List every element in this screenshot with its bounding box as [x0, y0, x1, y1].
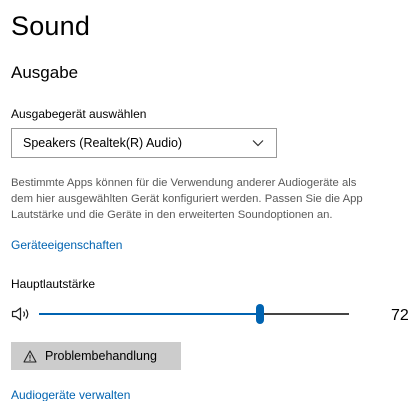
output-device-select[interactable]: Speakers (Realtek(R) Audio) — [11, 128, 277, 158]
output-description: Bestimmte Apps können für die Verwendung… — [11, 175, 414, 223]
output-device-label: Ausgabegerät auswählen — [11, 107, 147, 121]
page-title: Sound — [11, 11, 91, 41]
speaker-volume-icon[interactable] — [11, 306, 33, 327]
master-volume-label: Hauptlautstärke — [11, 277, 96, 291]
description-line: dem hier ausgewählten Gerät konfiguriert… — [11, 193, 363, 205]
troubleshoot-label: Problembehandlung — [45, 349, 157, 363]
sound-settings-page: Sound Ausgabe Ausgabegerät auswählen Spe… — [0, 0, 414, 401]
volume-track-remaining — [264, 313, 349, 315]
manage-audio-devices-link[interactable]: Audiogeräte verwalten — [11, 388, 130, 401]
description-line: Lautstärke und die Geräte in den erweite… — [11, 209, 333, 221]
device-properties-link[interactable]: Geräteeigenschaften — [11, 238, 122, 252]
master-volume-row: 72 — [11, 302, 414, 326]
volume-track-filled — [39, 313, 256, 315]
master-volume-slider[interactable] — [39, 302, 349, 326]
troubleshoot-button[interactable]: Problembehandlung — [11, 342, 181, 370]
volume-value: 72 — [391, 307, 409, 324]
output-device-value: Speakers (Realtek(R) Audio) — [23, 136, 183, 150]
output-heading: Ausgabe — [11, 63, 79, 82]
chevron-down-icon — [252, 139, 264, 147]
description-line: Bestimmte Apps können für die Verwendung… — [11, 177, 357, 189]
volume-slider-thumb[interactable] — [256, 304, 264, 324]
warning-icon — [23, 349, 37, 363]
